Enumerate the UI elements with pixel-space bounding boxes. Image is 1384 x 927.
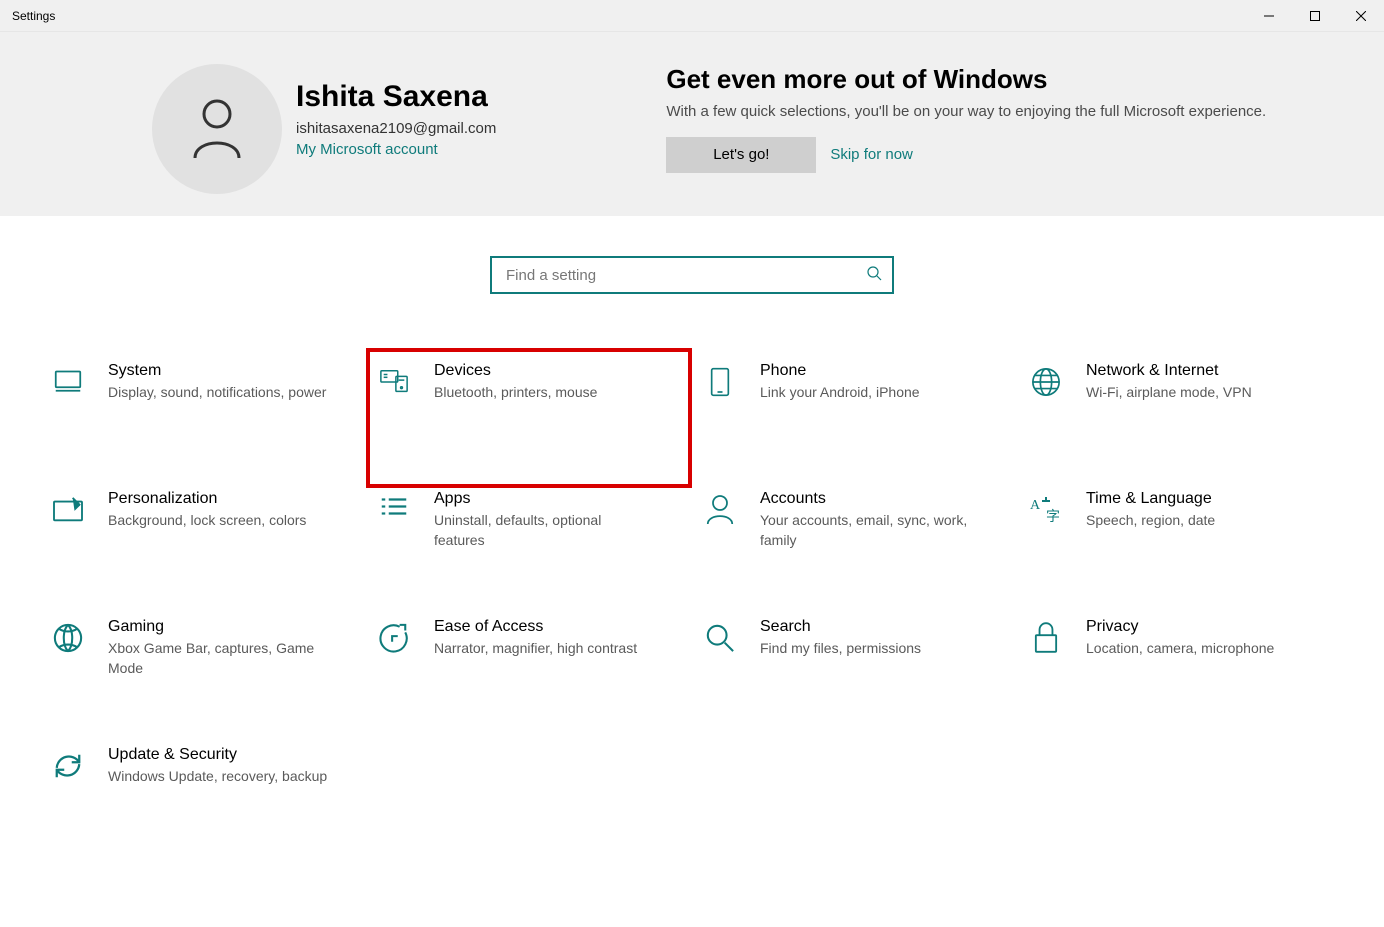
tile-text: Apps Uninstall, defaults, optional featur… [434, 490, 654, 614]
close-button[interactable] [1338, 0, 1384, 31]
tile-text: Devices Bluetooth, printers, mouse [434, 362, 597, 488]
personalization-icon [48, 490, 88, 530]
tile-text: Network & Internet Wi-Fi, airplane mode, … [1086, 362, 1252, 486]
phone-icon [700, 362, 740, 402]
tile-text: Search Find my files, permissions [760, 618, 921, 742]
search-input[interactable] [506, 267, 866, 284]
tile-text: System Display, sound, notifications, pow… [108, 362, 326, 486]
tile-title: Search [760, 618, 921, 636]
tile-desc: Bluetooth, printers, mouse [434, 382, 597, 402]
user-name: Ishita Saxena [296, 80, 496, 114]
tile-desc: Location, camera, microphone [1086, 638, 1274, 658]
search-wrap [0, 256, 1384, 294]
update-icon [48, 746, 88, 786]
lets-go-button[interactable]: Let's go! [666, 137, 816, 173]
tile-desc: Xbox Game Bar, captures, Game Mode [108, 638, 328, 679]
category-time[interactable]: A字 Time & Language Speech, region, date [1018, 486, 1344, 614]
devices-icon [374, 362, 414, 402]
category-ease[interactable]: Ease of Access Narrator, magnifier, high … [366, 614, 692, 742]
window-title: Settings [0, 9, 55, 23]
gaming-icon [48, 618, 88, 658]
titlebar: Settings [0, 0, 1384, 32]
category-personalization[interactable]: Personalization Background, lock screen, … [40, 486, 366, 614]
tile-desc: Narrator, magnifier, high contrast [434, 638, 637, 658]
time-icon: A字 [1026, 490, 1066, 530]
privacy-icon [1026, 618, 1066, 658]
promo-title: Get even more out of Windows [666, 64, 1266, 95]
apps-icon [374, 490, 414, 530]
category-accounts[interactable]: Accounts Your accounts, email, sync, work… [692, 486, 1018, 614]
window-controls [1246, 0, 1384, 31]
tile-title: Gaming [108, 618, 328, 636]
tile-title: Ease of Access [434, 618, 637, 636]
tile-desc: Speech, region, date [1086, 510, 1215, 530]
person-icon [191, 98, 243, 160]
category-privacy[interactable]: Privacy Location, camera, microphone [1018, 614, 1344, 742]
user-info: Ishita Saxena ishitasaxena2109@gmail.com… [296, 64, 496, 216]
tile-desc: Uninstall, defaults, optional features [434, 510, 654, 551]
category-network[interactable]: Network & Internet Wi-Fi, airplane mode, … [1018, 358, 1344, 486]
tile-title: Accounts [760, 490, 980, 508]
tile-text: Update & Security Windows Update, recover… [108, 746, 327, 870]
system-icon [48, 362, 88, 402]
user-email: ishitasaxena2109@gmail.com [296, 120, 496, 137]
category-gaming[interactable]: Gaming Xbox Game Bar, captures, Game Mode [40, 614, 366, 742]
tile-desc: Your accounts, email, sync, work, family [760, 510, 980, 551]
accounts-icon [700, 490, 740, 530]
tile-desc: Link your Android, iPhone [760, 382, 920, 402]
tile-title: Time & Language [1086, 490, 1215, 508]
tile-title: Apps [434, 490, 654, 508]
promo-actions: Let's go! Skip for now [666, 137, 1266, 173]
category-system[interactable]: System Display, sound, notifications, pow… [40, 358, 366, 486]
tile-title: Privacy [1086, 618, 1274, 636]
tile-text: Personalization Background, lock screen, … [108, 490, 306, 614]
category-searchcat[interactable]: Search Find my files, permissions [692, 614, 1018, 742]
tile-desc: Background, lock screen, colors [108, 510, 306, 530]
category-phone[interactable]: Phone Link your Android, iPhone [692, 358, 1018, 486]
category-apps[interactable]: Apps Uninstall, defaults, optional featur… [366, 486, 692, 614]
promo-section: Get even more out of Windows With a few … [666, 64, 1266, 216]
tile-desc: Wi-Fi, airplane mode, VPN [1086, 382, 1252, 402]
my-account-link[interactable]: My Microsoft account [296, 141, 496, 158]
searchcat-icon [700, 618, 740, 658]
search-icon[interactable] [866, 265, 882, 286]
category-grid: System Display, sound, notifications, pow… [0, 294, 1384, 870]
network-icon [1026, 362, 1066, 402]
skip-link[interactable]: Skip for now [830, 146, 913, 163]
tile-title: Devices [434, 362, 597, 380]
search-box[interactable] [490, 256, 894, 294]
tile-desc: Windows Update, recovery, backup [108, 766, 327, 786]
maximize-button[interactable] [1292, 0, 1338, 31]
tile-text: Phone Link your Android, iPhone [760, 362, 920, 486]
tile-title: Personalization [108, 490, 306, 508]
tile-title: Phone [760, 362, 920, 380]
category-devices[interactable]: Devices Bluetooth, printers, mouse [366, 348, 692, 488]
ease-icon [374, 618, 414, 658]
tile-text: Accounts Your accounts, email, sync, work… [760, 490, 980, 614]
tile-text: Time & Language Speech, region, date [1086, 490, 1215, 614]
tile-title: Network & Internet [1086, 362, 1252, 380]
minimize-button[interactable] [1246, 0, 1292, 31]
tile-desc: Find my files, permissions [760, 638, 921, 658]
promo-desc: With a few quick selections, you'll be o… [666, 101, 1266, 123]
tile-text: Privacy Location, camera, microphone [1086, 618, 1274, 742]
tile-text: Ease of Access Narrator, magnifier, high … [434, 618, 637, 742]
svg-text:字: 字 [1046, 509, 1060, 525]
tile-title: Update & Security [108, 746, 327, 764]
tile-text: Gaming Xbox Game Bar, captures, Game Mode [108, 618, 328, 742]
tile-title: System [108, 362, 326, 380]
tile-desc: Display, sound, notifications, power [108, 382, 326, 402]
header-area: Ishita Saxena ishitasaxena2109@gmail.com… [0, 32, 1384, 216]
avatar[interactable] [152, 64, 282, 194]
svg-text:A: A [1030, 498, 1041, 513]
category-update[interactable]: Update & Security Windows Update, recover… [40, 742, 366, 870]
